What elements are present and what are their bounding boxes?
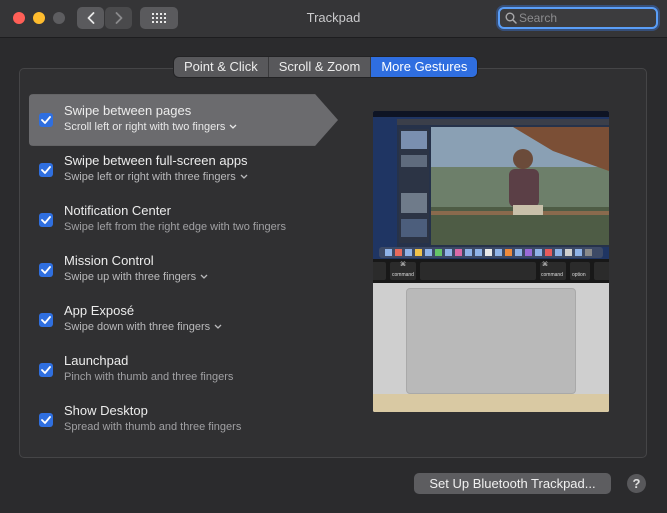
checkbox-launchpad[interactable] (39, 363, 53, 377)
search-field[interactable] (498, 7, 658, 29)
preview-trackpad (406, 288, 576, 394)
gesture-row-app-expose[interactable]: App Exposé Swipe down with three fingers (29, 294, 319, 346)
gesture-title: Mission Control (64, 253, 154, 268)
gesture-title: Launchpad (64, 353, 129, 368)
gesture-description: Swipe left from the right edge with two … (64, 221, 286, 233)
chevron-down-icon (229, 124, 237, 129)
key-label: command (541, 272, 563, 278)
gesture-option-menu[interactable]: Swipe down with three fingers (64, 321, 222, 333)
gesture-row-show-desktop[interactable]: Show Desktop Spread with thumb and three… (29, 394, 319, 446)
gesture-option-label: Scroll left or right with two fingers (64, 121, 226, 133)
chevron-down-icon (214, 324, 222, 329)
gesture-description: Spread with thumb and three fingers (64, 421, 242, 433)
gesture-title: App Exposé (64, 303, 135, 318)
checkbox-swipe-pages[interactable] (39, 113, 53, 127)
gesture-description: Pinch with thumb and three fingers (64, 371, 234, 383)
checkmark-icon (41, 416, 51, 424)
checkbox-notification-center[interactable] (39, 213, 53, 227)
chevron-down-icon (240, 174, 248, 179)
gesture-row-notification-center[interactable]: Notification Center Swipe left from the … (29, 194, 319, 246)
gesture-row-launchpad[interactable]: Launchpad Pinch with thumb and three fin… (29, 344, 319, 396)
gesture-title: Swipe between pages (64, 103, 192, 118)
checkmark-icon (41, 266, 51, 274)
gesture-row-mission-control[interactable]: Mission Control Swipe up with three fing… (29, 244, 319, 296)
gesture-preview-video: ⌘ command ⌘ command option (373, 111, 609, 412)
gesture-title: Show Desktop (64, 403, 148, 418)
tab-point-click[interactable]: Point & Click (174, 57, 269, 77)
setup-bluetooth-trackpad-button[interactable]: Set Up Bluetooth Trackpad... (414, 473, 611, 494)
tab-more-gestures[interactable]: More Gestures (371, 57, 478, 77)
preview-screen-art (373, 111, 609, 259)
checkmark-icon (41, 166, 51, 174)
tab-bar: Point & Click Scroll & Zoom More Gesture… (174, 57, 478, 77)
gesture-row-swipe-pages[interactable]: Swipe between pages Scroll left or right… (29, 94, 339, 146)
preview-keyboard-row: ⌘ command ⌘ command option (373, 259, 609, 283)
search-input[interactable] (519, 10, 651, 26)
gesture-option-menu[interactable]: Scroll left or right with two fingers (64, 121, 237, 133)
checkmark-icon (41, 316, 51, 324)
preview-screen (373, 111, 609, 259)
key-symbol: ⌘ (400, 262, 406, 268)
search-icon (505, 12, 517, 24)
tab-scroll-zoom[interactable]: Scroll & Zoom (269, 57, 372, 77)
checkmark-icon (41, 116, 51, 124)
gesture-option-menu[interactable]: Swipe left or right with three fingers (64, 171, 248, 183)
selection-highlight (29, 94, 339, 146)
key-label: option (572, 272, 586, 278)
gesture-option-label: Swipe up with three fingers (64, 271, 197, 283)
gesture-title: Swipe between full-screen apps (64, 153, 248, 168)
gesture-option-menu[interactable]: Swipe up with three fingers (64, 271, 208, 283)
chevron-down-icon (200, 274, 208, 279)
checkmark-icon (41, 366, 51, 374)
gesture-row-fullscreen-apps[interactable]: Swipe between full-screen apps Swipe lef… (29, 144, 319, 196)
gesture-title: Notification Center (64, 203, 171, 218)
help-button[interactable]: ? (627, 474, 646, 493)
title-bar: Trackpad (0, 0, 667, 38)
gesture-option-label: Swipe down with three fingers (64, 321, 211, 333)
key-label: command (392, 272, 414, 278)
checkmark-icon (41, 216, 51, 224)
checkbox-mission-control[interactable] (39, 263, 53, 277)
key-symbol: ⌘ (542, 262, 548, 268)
checkbox-fullscreen-apps[interactable] (39, 163, 53, 177)
checkbox-show-desktop[interactable] (39, 413, 53, 427)
gesture-option-label: Swipe left or right with three fingers (64, 171, 236, 183)
preview-keys-art (373, 262, 609, 280)
checkbox-app-expose[interactable] (39, 313, 53, 327)
preview-desk (373, 394, 609, 412)
